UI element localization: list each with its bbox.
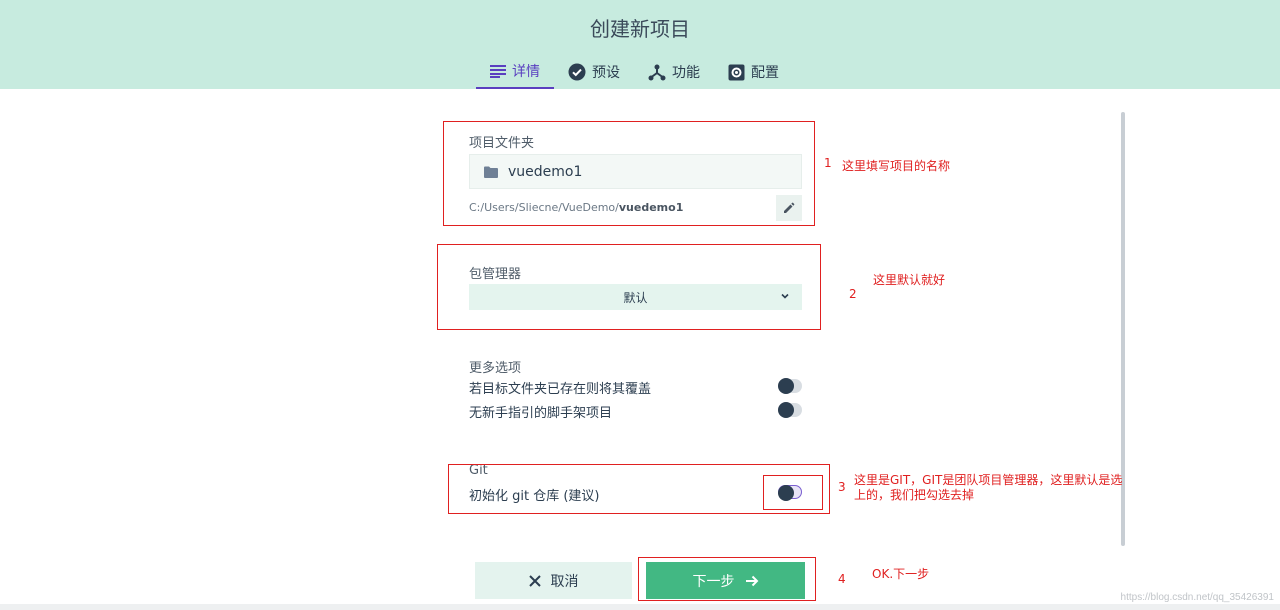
annotation-number-2: 2 <box>849 287 857 301</box>
tab-presets-label: 预设 <box>592 65 620 81</box>
tab-details[interactable]: 详情 <box>476 55 554 89</box>
annotation-number-3: 3 <box>838 480 846 494</box>
toggle-knob <box>778 402 794 418</box>
watermark: https://blog.csdn.net/qq_35426391 <box>1120 592 1274 603</box>
tab-features[interactable]: 功能 <box>634 55 714 89</box>
check-circle-icon <box>568 63 586 81</box>
cancel-button[interactable]: 取消 <box>475 562 632 599</box>
annotation-text-1: 这里填写项目的名称 <box>842 159 951 173</box>
annotation-number-1: 1 <box>824 156 832 170</box>
tab-features-label: 功能 <box>672 65 700 81</box>
cancel-label: 取消 <box>550 573 579 590</box>
gear-icon <box>728 64 745 80</box>
annotation-box-2 <box>437 244 821 330</box>
annotation-box-4 <box>638 557 816 601</box>
tab-bar: 详情 预设 功能 配置 <box>476 55 793 89</box>
toggle-knob <box>778 378 794 394</box>
annotation-text-3-line1: 这里是GIT，GIT是团队项目管理器，这里默认是选 <box>854 473 1123 487</box>
option-overwrite: 若目标文件夹已存在则将其覆盖 <box>469 377 802 397</box>
tab-config-label: 配置 <box>751 65 779 81</box>
page-title: 创建新项目 <box>590 17 690 41</box>
tab-presets[interactable]: 预设 <box>554 55 634 89</box>
option-no-guide: 无新手指引的脚手架项目 <box>469 401 802 421</box>
annotation-box-3-toggle <box>763 475 823 510</box>
tab-details-label: 详情 <box>512 64 540 80</box>
fork-icon <box>648 64 666 81</box>
annotation-text-4: OK.下一步 <box>872 567 930 581</box>
tab-config[interactable]: 配置 <box>714 55 793 89</box>
bottom-bar <box>0 604 1280 610</box>
more-options-label: 更多选项 <box>469 361 522 376</box>
close-icon <box>528 574 541 587</box>
annotation-text-2: 这里默认就好 <box>873 273 946 287</box>
annotation-number-4: 4 <box>838 572 846 586</box>
option-overwrite-label: 若目标文件夹已存在则将其覆盖 <box>469 382 652 397</box>
overwrite-toggle[interactable] <box>778 378 802 394</box>
annotation-box-1 <box>443 121 815 226</box>
option-no-guide-label: 无新手指引的脚手架项目 <box>469 406 613 421</box>
details-icon <box>490 65 506 78</box>
annotation-text-3-line2: 上的，我们把勾选去掉 <box>854 488 975 502</box>
no-guide-toggle[interactable] <box>778 402 802 418</box>
header: 创建新项目 详情 预设 功能 配置 <box>0 0 1280 89</box>
